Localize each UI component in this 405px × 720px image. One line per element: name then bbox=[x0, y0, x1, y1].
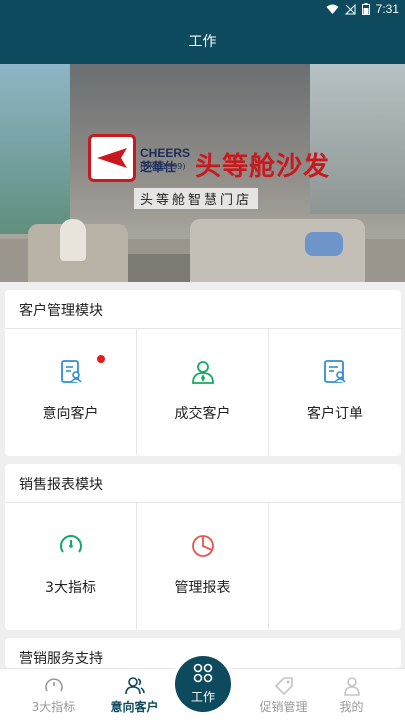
management-report-button[interactable]: 管理报表 bbox=[137, 503, 269, 629]
customer-module-grid: 意向客户 成交客户 客户订单 bbox=[5, 329, 401, 455]
tab-three-indicators[interactable]: 3大指标 bbox=[13, 669, 94, 720]
user-tie-icon bbox=[188, 357, 218, 387]
tab-label: 3大指标 bbox=[31, 700, 76, 714]
cell-label: 意向客户 bbox=[42, 406, 99, 422]
status-bar: 7:31 bbox=[0, 0, 405, 18]
closed-customers-button[interactable]: 成交客户 bbox=[137, 329, 269, 455]
tab-prospect-customers[interactable]: 意向客户 bbox=[94, 669, 175, 720]
wifi-icon bbox=[326, 4, 339, 14]
tab-label: 意向客户 bbox=[110, 700, 159, 714]
no-signal-icon bbox=[344, 3, 356, 14]
pie-chart-icon bbox=[188, 531, 218, 561]
banner-window-right bbox=[310, 64, 405, 214]
notification-badge bbox=[97, 355, 105, 363]
status-icons: 7:31 bbox=[326, 2, 399, 16]
page-title: 工作 bbox=[188, 34, 217, 50]
gauge-icon bbox=[43, 675, 65, 697]
customer-module-card: 客户管理模块 意向客户 成交客户 客户订单 bbox=[5, 290, 401, 456]
tag-icon bbox=[273, 675, 295, 697]
users-icon bbox=[124, 675, 146, 697]
store-name: 头等舱智慧门店 bbox=[134, 188, 259, 209]
banner-person-left bbox=[60, 219, 86, 261]
status-time: 7:31 bbox=[375, 2, 399, 16]
cell-label: 成交客户 bbox=[174, 406, 231, 422]
three-indicators-button[interactable]: 3大指标 bbox=[5, 503, 137, 629]
tab-mine[interactable]: 我的 bbox=[311, 669, 392, 720]
cell-label: 管理报表 bbox=[174, 580, 231, 596]
section-title: 客户管理模块 bbox=[19, 303, 103, 319]
banner-carousel[interactable]: CHEERS 芝華仕 (HK 01999) 头等舱沙发 头等舱智慧门店 bbox=[0, 64, 405, 282]
sales-module-card: 销售报表模块 3大指标 管理报表 bbox=[5, 464, 401, 630]
app-header: 工作 bbox=[0, 18, 405, 64]
order-doc-icon bbox=[320, 357, 350, 387]
section-title: 销售报表模块 bbox=[19, 477, 103, 493]
banner-window-left bbox=[0, 64, 70, 234]
user-file-icon bbox=[56, 357, 86, 387]
brand-logo-icon bbox=[88, 134, 136, 182]
brand-code: (HK 01999) bbox=[140, 162, 186, 171]
brand-name-en: CHEERS bbox=[140, 146, 191, 160]
brand-title: 头等舱沙发 bbox=[195, 152, 331, 182]
sales-module-grid: 3大指标 管理报表 bbox=[5, 503, 401, 629]
grid-icon bbox=[193, 663, 213, 687]
prospect-customers-button[interactable]: 意向客户 bbox=[5, 329, 137, 455]
empty-cell bbox=[269, 503, 401, 629]
battery-icon bbox=[361, 3, 370, 15]
section-title: 营销服务支持 bbox=[19, 651, 103, 667]
tab-work-button[interactable]: 工作 bbox=[175, 656, 231, 712]
tab-label: 我的 bbox=[339, 700, 364, 714]
gauge-icon bbox=[56, 531, 86, 561]
banner-person-right bbox=[305, 232, 343, 256]
cell-label: 客户订单 bbox=[307, 406, 363, 422]
person-icon bbox=[341, 675, 363, 697]
tab-label: 工作 bbox=[190, 690, 215, 704]
customer-orders-button[interactable]: 客户订单 bbox=[269, 329, 401, 455]
tab-label: 促销管理 bbox=[259, 700, 308, 714]
cell-label: 3大指标 bbox=[45, 580, 96, 596]
